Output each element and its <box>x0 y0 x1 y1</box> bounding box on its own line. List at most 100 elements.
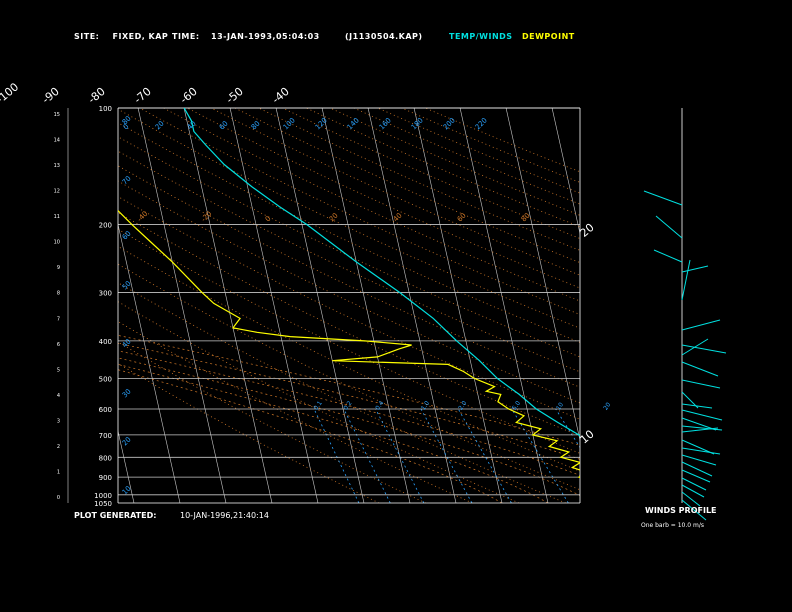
isotherm-line <box>0 108 88 503</box>
wind-barb <box>681 265 709 273</box>
pressure-tick-label: 700 <box>99 432 112 440</box>
top-temp-label: -50 <box>224 85 246 107</box>
moist-label-left: 70 <box>121 174 133 186</box>
top-temp-label: -80 <box>86 85 108 107</box>
isotherm-line <box>229 108 319 503</box>
plot-area <box>0 108 778 503</box>
right-temp-label: 10 <box>578 427 597 446</box>
isotherm-line <box>0 108 42 503</box>
height-tick-label: 11 <box>54 214 60 220</box>
dry-adiabat-label-mid: -20 <box>200 210 214 224</box>
dry-adiabat-label-mid: 80 <box>520 211 532 223</box>
top-temp-label: -90 <box>40 85 62 107</box>
wind-barb <box>681 338 709 356</box>
pressure-tick-label: 300 <box>99 290 112 298</box>
dry-adiabat-label-top: 80 <box>250 119 262 131</box>
dry-adiabat-label-top: 60 <box>218 119 230 131</box>
pressure-tick-label: 1000 <box>94 492 112 500</box>
mixing-ratio-line <box>457 408 512 503</box>
moist-label-left: 30 <box>121 387 133 399</box>
dry-adiabat-label-mid: 20 <box>328 211 340 223</box>
top-temp-label: -60 <box>178 85 200 107</box>
wind-barb <box>681 427 719 433</box>
dry-adiabat <box>401 108 580 183</box>
mixing-ratio-line <box>603 409 666 503</box>
pressure-tick-label: 900 <box>99 474 112 482</box>
dry-adiabat <box>118 196 580 420</box>
height-tick-label: 9 <box>57 265 60 271</box>
temperature-profile <box>183 108 580 437</box>
dry-adiabat <box>139 108 580 315</box>
dry-adiabat <box>353 108 580 205</box>
dry-adiabat <box>118 136 580 358</box>
moist-adiabat <box>118 357 580 496</box>
dry-adiabat <box>234 108 580 264</box>
height-tick-label: 4 <box>57 393 60 399</box>
mixing-ratio-line <box>555 408 580 449</box>
height-tick-label: 15 <box>54 112 60 118</box>
mixing-ratio-label: 1.0 <box>420 400 431 412</box>
wind-barb <box>681 379 721 389</box>
wind-barb <box>681 454 717 466</box>
plot-generated-label: PLOT GENERATED: <box>74 511 157 520</box>
isotherm-line <box>690 108 778 503</box>
dry-adiabat <box>282 108 580 239</box>
pressure-tick-label: 200 <box>99 221 112 229</box>
top-temp-label: -40 <box>270 85 292 107</box>
dry-adiabat-label-top: 200 <box>442 116 457 131</box>
winds-profile-label: WINDS PROFILE <box>645 506 717 515</box>
pressure-tick-label: 800 <box>99 454 112 462</box>
dry-adiabat <box>118 320 473 503</box>
skewt-chart: 1002003004005006007008009001000105001234… <box>0 80 778 521</box>
wind-barb <box>681 361 719 377</box>
isotherm-line <box>505 108 580 442</box>
isotherm-line <box>644 108 732 503</box>
moist-adiabat <box>118 350 580 476</box>
pressure-tick-label: 400 <box>99 338 112 346</box>
height-tick-label: 0 <box>57 495 60 501</box>
mixing-ratio-label: 5.0 <box>511 400 522 412</box>
wind-barb <box>643 190 683 206</box>
moist-label-left: 40 <box>121 337 133 349</box>
moist-label-left: 20 <box>121 435 133 447</box>
barb-note: One barb = 10.0 m/s <box>641 522 704 529</box>
mixing-ratio-label: 0.4 <box>374 400 385 412</box>
height-tick-label: 13 <box>54 163 60 169</box>
dry-adiabat-label-top: 140 <box>346 116 361 131</box>
dry-adiabat-label-top: 180 <box>410 116 425 131</box>
wind-barb <box>655 215 683 239</box>
isotherm-line <box>275 108 365 503</box>
height-tick-label: 7 <box>57 316 60 322</box>
height-tick-label: 14 <box>54 138 60 144</box>
mixing-ratio-label: 10 <box>555 401 565 411</box>
mixing-ratio-label: 0.2 <box>342 400 353 412</box>
dry-adiabat <box>163 108 580 302</box>
dry-adiabat-label-mid: 0 <box>264 215 273 224</box>
wind-barb <box>681 319 721 331</box>
dry-adiabat <box>118 180 580 404</box>
height-tick-label: 3 <box>57 418 60 424</box>
isotherm-line <box>137 108 227 503</box>
moist-label-left: 60 <box>121 229 133 241</box>
dry-adiabat <box>118 228 580 454</box>
wind-barb <box>681 491 701 507</box>
isotherm-line <box>459 108 549 503</box>
height-tick-label: 1 <box>57 469 60 475</box>
pressure-tick-label: 600 <box>99 406 112 414</box>
mixing-ratio-line <box>420 408 473 503</box>
mixing-ratio-label: 20 <box>602 401 612 411</box>
isotherm-line <box>321 108 411 503</box>
dry-adiabat <box>118 263 580 491</box>
dry-adiabat <box>306 108 580 228</box>
dry-adiabat <box>118 212 580 437</box>
wind-barb <box>681 409 723 421</box>
mixing-ratio-label: 0.1 <box>313 400 324 412</box>
dry-adiabat-label-mid: 60 <box>456 211 468 223</box>
dry-adiabat <box>425 108 580 173</box>
dry-adiabat <box>258 108 580 251</box>
height-tick-label: 12 <box>54 189 60 195</box>
dry-adiabat-label-top: 100 <box>282 116 297 131</box>
dry-adiabat <box>118 301 520 503</box>
wind-barb <box>681 344 727 354</box>
dry-adiabat <box>118 150 580 373</box>
